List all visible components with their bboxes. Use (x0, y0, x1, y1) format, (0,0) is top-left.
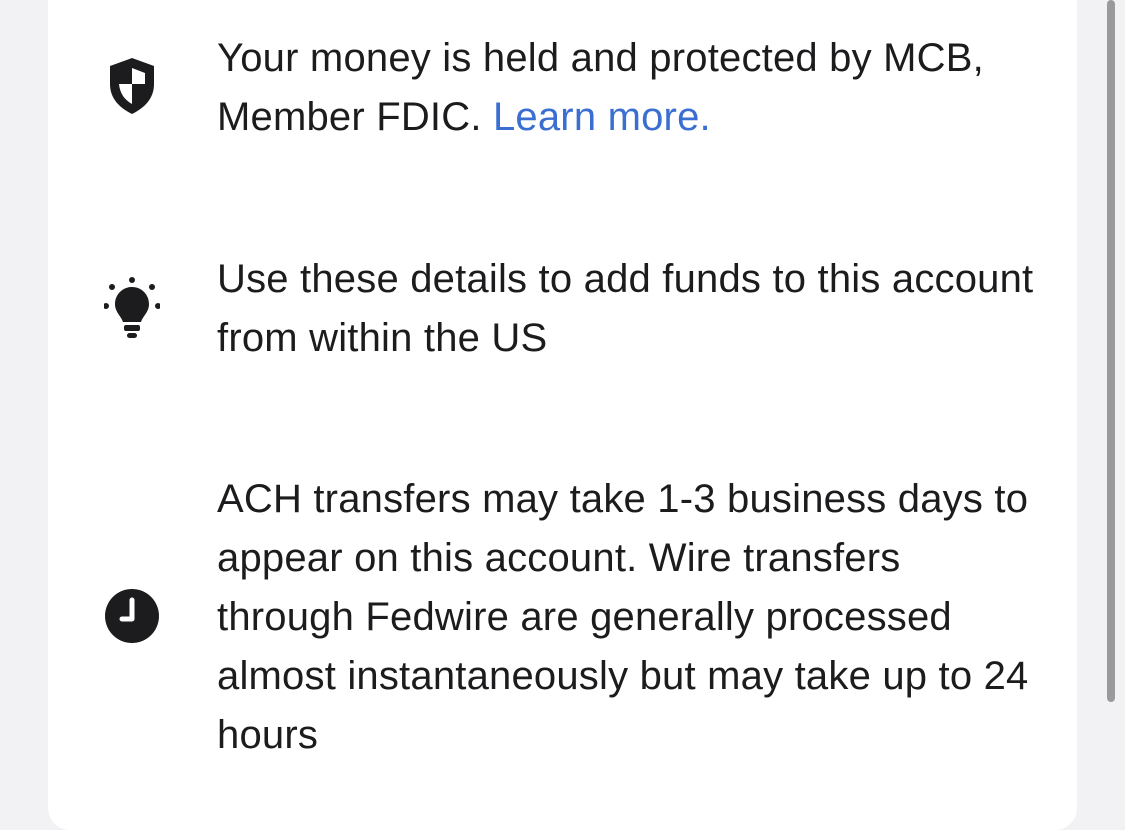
usage-text: Use these details to add funds to this a… (217, 257, 1034, 360)
info-item-protection: Your money is held and protected by MCB,… (48, 0, 1077, 200)
scrollbar-thumb[interactable] (1107, 0, 1115, 702)
info-item-usage: Use these details to add funds to this a… (48, 220, 1077, 400)
shield-icon (104, 54, 160, 118)
clock-icon (104, 588, 160, 652)
timing-text: ACH transfers may take 1-3 business days… (217, 477, 1029, 757)
lightbulb-icon (103, 272, 161, 338)
learn-more-link[interactable]: Learn more. (493, 95, 711, 139)
protection-text: Your money is held and protected by MCB,… (217, 29, 1047, 147)
info-item-timing: ACH transfers may take 1-3 business days… (48, 440, 1077, 798)
